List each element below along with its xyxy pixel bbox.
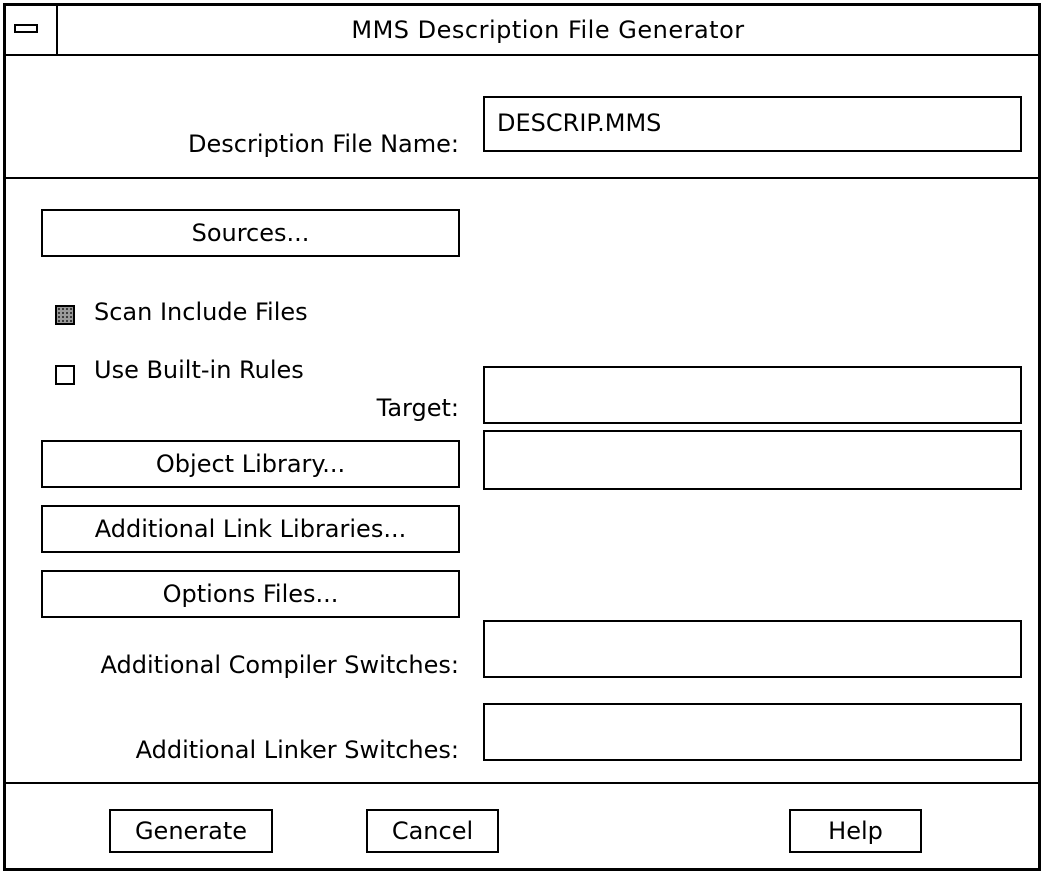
window-title: MMS Description File Generator bbox=[351, 16, 745, 44]
target-field[interactable] bbox=[483, 366, 1022, 424]
window-menu-button[interactable] bbox=[6, 6, 58, 54]
scan-include-files-checkbox[interactable] bbox=[55, 305, 75, 325]
options-files-button[interactable]: Options Files... bbox=[41, 570, 460, 618]
cancel-button[interactable]: Cancel bbox=[366, 809, 499, 853]
linker-switches-label: Additional Linker Switches: bbox=[135, 736, 459, 764]
scan-include-files-label: Scan Include Files bbox=[94, 298, 308, 326]
target-label: Target: bbox=[376, 394, 459, 422]
window-menu-icon bbox=[14, 24, 38, 33]
mms-generator-window: MMS Description File Generator Descripti… bbox=[3, 3, 1041, 871]
section-divider-bottom bbox=[6, 782, 1038, 784]
description-file-label: Description File Name: bbox=[188, 130, 459, 158]
sources-button[interactable]: Sources... bbox=[41, 209, 460, 257]
linker-switches-field[interactable] bbox=[483, 703, 1022, 761]
object-library-button[interactable]: Object Library... bbox=[41, 440, 460, 488]
object-library-field[interactable] bbox=[483, 430, 1022, 490]
compiler-switches-label: Additional Compiler Switches: bbox=[100, 651, 459, 679]
use-built-in-rules-checkbox[interactable] bbox=[55, 365, 75, 385]
compiler-switches-field[interactable] bbox=[483, 620, 1022, 678]
additional-link-libraries-button[interactable]: Additional Link Libraries... bbox=[41, 505, 460, 553]
title-bar: MMS Description File Generator bbox=[6, 6, 1038, 56]
help-button[interactable]: Help bbox=[789, 809, 922, 853]
generate-button[interactable]: Generate bbox=[109, 809, 273, 853]
section-divider-top bbox=[6, 177, 1038, 179]
description-file-field[interactable]: DESCRIP.MMS bbox=[483, 96, 1022, 152]
use-built-in-rules-label: Use Built-in Rules bbox=[94, 356, 304, 384]
